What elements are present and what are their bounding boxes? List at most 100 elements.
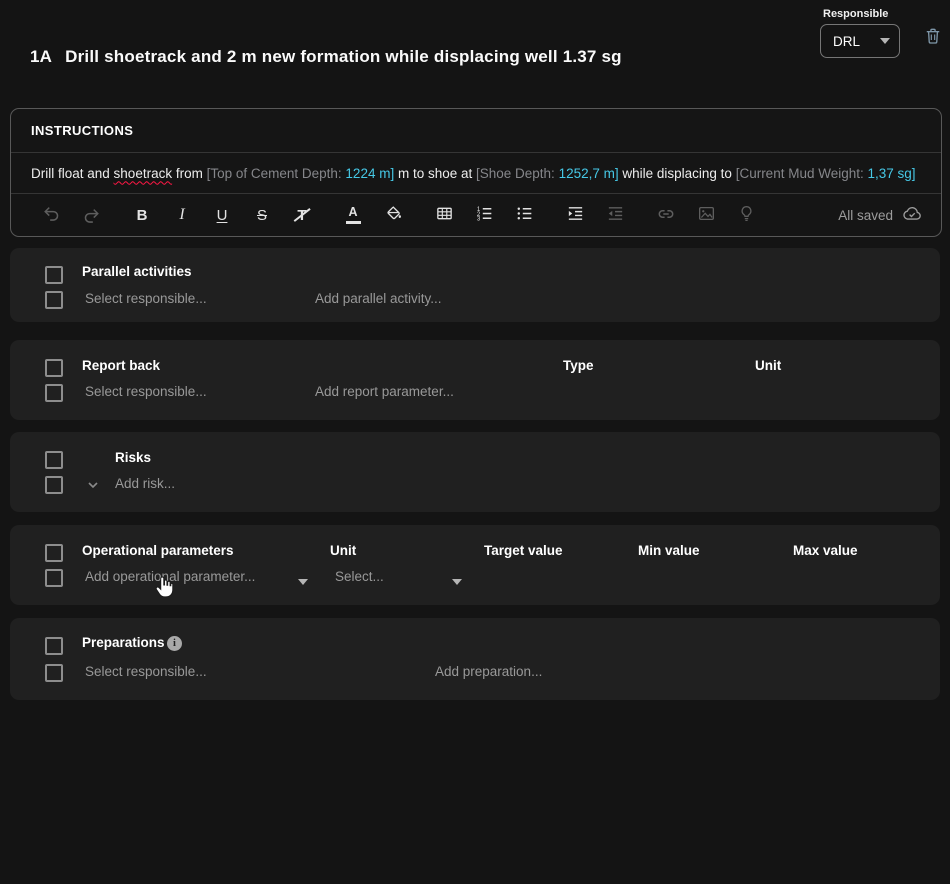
- report-back-title: Report back: [82, 358, 160, 373]
- parallel-select-responsible-field[interactable]: Select responsible...: [85, 291, 207, 306]
- delete-activity-button[interactable]: [922, 26, 944, 48]
- svg-text:3: 3: [476, 216, 480, 223]
- operational-col-min: Min value: [638, 543, 700, 558]
- risks-title: Risks: [115, 450, 151, 465]
- clear-formatting-icon: T: [297, 208, 306, 223]
- info-icon[interactable]: i: [167, 636, 182, 651]
- add-parallel-activity-field[interactable]: Add parallel activity...: [315, 291, 442, 306]
- token-label: [Shoe Depth:: [476, 166, 559, 181]
- operational-col-unit: Unit: [330, 543, 356, 558]
- paint-bucket-icon: [384, 204, 403, 226]
- risks-header-checkbox[interactable]: [45, 451, 63, 469]
- underline-button[interactable]: U: [210, 203, 234, 227]
- parallel-activities-title: Parallel activities: [82, 264, 192, 279]
- link-icon: [656, 204, 676, 227]
- operational-parameters-title: Operational parameters: [82, 543, 234, 558]
- redo-button[interactable]: [79, 203, 103, 227]
- instruction-segment: while displacing to: [619, 166, 736, 181]
- instructions-editor[interactable]: Drill float and shoetrack from [Top of C…: [11, 153, 941, 194]
- arrow-drop-down-icon: [880, 38, 890, 44]
- undo-button[interactable]: [39, 203, 63, 227]
- underline-icon: U: [217, 208, 228, 223]
- token-value: 1224 m]: [345, 166, 394, 181]
- arrow-drop-down-icon[interactable]: [452, 573, 462, 588]
- parallel-activities-row-checkbox[interactable]: [45, 291, 63, 309]
- ordered-list-button[interactable]: 123: [472, 203, 496, 227]
- responsible-select-group: Responsible DRL: [820, 8, 900, 58]
- cloud-done-icon: [901, 203, 923, 228]
- strikethrough-button[interactable]: S: [250, 203, 274, 227]
- text-color-icon: A: [346, 206, 361, 224]
- add-operational-parameter-select[interactable]: Add operational parameter...: [85, 569, 255, 584]
- risks-expand-button[interactable]: [86, 478, 100, 495]
- report-back-col-type: Type: [563, 358, 594, 373]
- arrow-drop-down-icon[interactable]: [298, 573, 308, 588]
- trash-icon: [923, 34, 943, 49]
- add-preparation-field[interactable]: Add preparation...: [435, 664, 542, 679]
- report-back-header-checkbox[interactable]: [45, 359, 63, 377]
- indent-increase-icon: [566, 204, 585, 226]
- image-icon: [697, 204, 716, 226]
- clear-formatting-button[interactable]: T: [290, 203, 314, 227]
- preparations-header-checkbox[interactable]: [45, 637, 63, 655]
- save-status: All saved: [838, 203, 923, 228]
- instruction-segment: from: [172, 166, 207, 181]
- bullet-list-icon: [515, 204, 534, 226]
- editor-toolbar: B I U S T A 123 All saved: [11, 194, 941, 236]
- responsible-label: Responsible: [823, 8, 900, 20]
- insert-table-button[interactable]: [432, 203, 456, 227]
- responsible-value: DRL: [833, 34, 860, 49]
- insert-image-button[interactable]: [694, 203, 718, 227]
- instructions-title: INSTRUCTIONS: [11, 109, 941, 153]
- parallel-activities-header-checkbox[interactable]: [45, 266, 63, 284]
- undo-icon: [42, 204, 61, 226]
- responsible-select[interactable]: DRL: [820, 24, 900, 58]
- bullet-list-button[interactable]: [512, 203, 536, 227]
- operational-col-max: Max value: [793, 543, 858, 558]
- operational-col-target: Target value: [484, 543, 563, 558]
- text-color-button[interactable]: A: [341, 203, 365, 227]
- bold-button[interactable]: B: [130, 203, 154, 227]
- operational-row-checkbox[interactable]: [45, 569, 63, 587]
- preparations-select-responsible-field[interactable]: Select responsible...: [85, 664, 207, 679]
- italic-button[interactable]: I: [170, 203, 194, 227]
- preparations-row-checkbox[interactable]: [45, 664, 63, 682]
- instruction-segment: Drill float and: [31, 166, 114, 181]
- operational-header-checkbox[interactable]: [45, 544, 63, 562]
- indent-increase-button[interactable]: [563, 203, 587, 227]
- report-back-row-checkbox[interactable]: [45, 384, 63, 402]
- token-value: 1,37 sg]: [868, 166, 916, 181]
- add-risk-field[interactable]: Add risk...: [115, 476, 175, 491]
- preparations-card: Preparations i Select responsible... Add…: [10, 618, 940, 700]
- add-report-parameter-field[interactable]: Add report parameter...: [315, 384, 454, 399]
- risks-card: Risks Add risk...: [10, 432, 940, 512]
- report-select-responsible-field[interactable]: Select responsible...: [85, 384, 207, 399]
- parallel-activities-card: Parallel activities Select responsible..…: [10, 248, 940, 322]
- fill-color-button[interactable]: [381, 203, 405, 227]
- ordered-list-icon: 123: [475, 204, 494, 226]
- operational-parameters-card: Operational parameters Unit Target value…: [10, 525, 940, 605]
- risks-row-checkbox[interactable]: [45, 476, 63, 494]
- token-label: [Top of Cement Depth:: [207, 166, 346, 181]
- token-label: [Current Mud Weight:: [736, 166, 868, 181]
- chevron-down-icon: [86, 480, 100, 495]
- strikethrough-icon: S: [257, 208, 267, 223]
- italic-icon: I: [179, 207, 184, 223]
- insert-link-button[interactable]: [654, 203, 678, 227]
- instruction-segment: m to shoe at: [394, 166, 476, 181]
- activity-title: Drill shoetrack and 2 m new formation wh…: [65, 47, 622, 66]
- unit-select[interactable]: Select...: [335, 569, 384, 584]
- token-value: 1252,7 m]: [559, 166, 619, 181]
- redo-icon: [82, 206, 101, 225]
- table-icon: [435, 204, 454, 226]
- page-title: 1A Drill shoetrack and 2 m new formation …: [30, 47, 622, 67]
- activity-code: 1A: [30, 47, 52, 66]
- instruction-segment-misspelled: shoetrack: [114, 166, 173, 181]
- bold-icon: B: [137, 208, 148, 223]
- suggestion-button[interactable]: [734, 203, 758, 227]
- indent-decrease-button[interactable]: [603, 203, 627, 227]
- preparations-title: Preparations: [82, 635, 165, 650]
- report-back-card: Report back Type Unit Select responsible…: [10, 340, 940, 420]
- report-back-col-unit: Unit: [755, 358, 781, 373]
- lightbulb-icon: [737, 204, 756, 226]
